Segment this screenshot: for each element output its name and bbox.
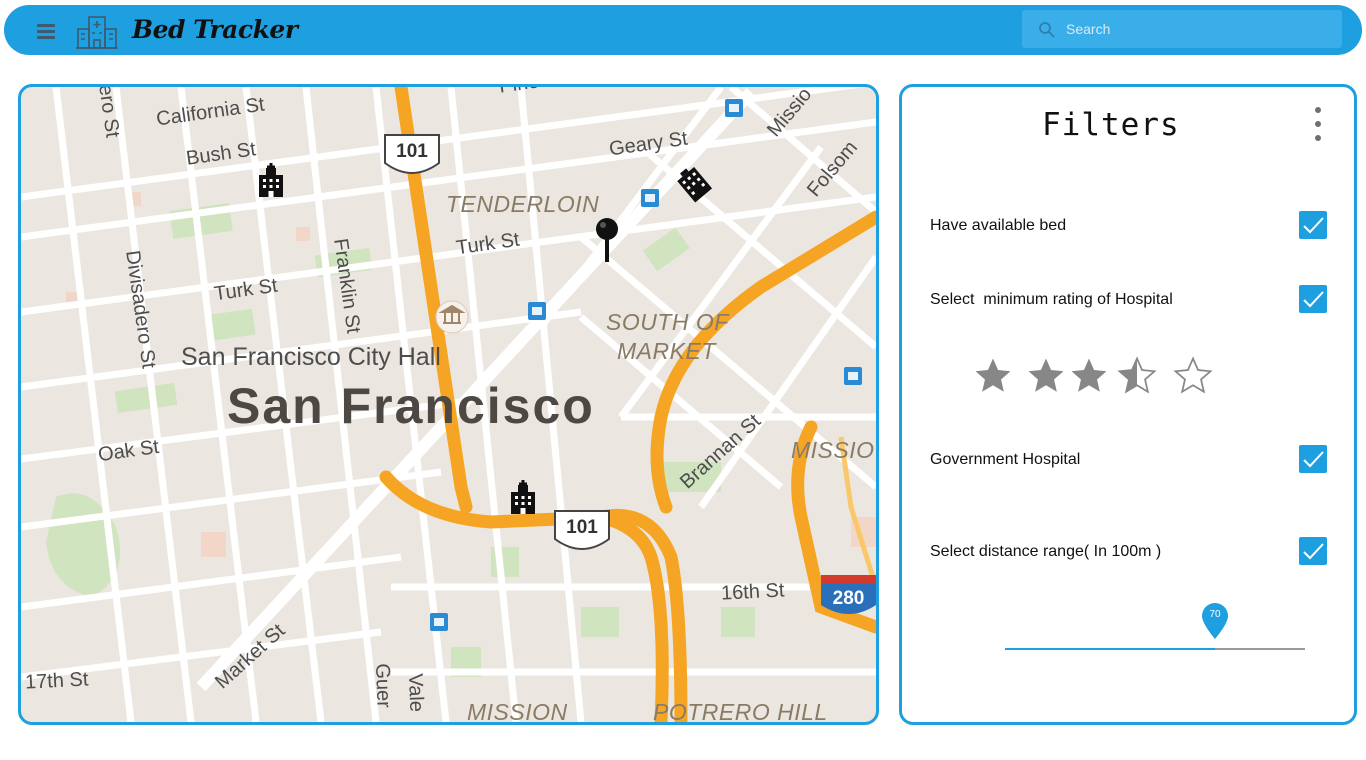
filter-label-available-bed: Have available bed (930, 217, 1067, 234)
street-label: Guer (371, 663, 395, 709)
checkbox-available-bed[interactable] (1299, 211, 1327, 239)
more-options-icon[interactable] (1312, 107, 1324, 145)
slider-pin-icon (1202, 603, 1228, 639)
distance-slider[interactable]: 70 (1005, 602, 1305, 662)
filters-title: Filters (1042, 107, 1180, 143)
street-label: Vale (404, 673, 428, 713)
street-label: 17th St (24, 668, 89, 694)
highway-shield-label: 101 (396, 141, 428, 162)
menu-icon[interactable] (37, 24, 55, 40)
district-label: TENDERLOIN (446, 191, 600, 217)
slider-fill (1005, 648, 1215, 650)
map-view[interactable]: California St Bush St Geary St Turk St T… (18, 84, 879, 725)
hospital-marker-icon[interactable] (256, 163, 286, 197)
slider-value: 70 (1209, 609, 1221, 620)
filter-label-government: Government Hospital (930, 451, 1081, 468)
checkbox-government[interactable] (1299, 445, 1327, 473)
district-label: SOUTH OF (606, 309, 729, 335)
checkbox-min-rating[interactable] (1299, 285, 1327, 313)
slider-thumb[interactable]: 70 (1201, 602, 1229, 640)
filter-label-distance: Select distance range( In 100m ) (930, 543, 1162, 560)
check-icon (1303, 543, 1324, 560)
street-label: 16th St (720, 579, 785, 605)
top-app-bar: Bed Tracker (4, 5, 1362, 55)
star-empty-icon[interactable] (1172, 355, 1214, 397)
checkbox-distance[interactable] (1299, 537, 1327, 565)
district-label: MISSION (467, 699, 568, 725)
search-icon (1039, 22, 1055, 38)
district-label: MARKET (617, 338, 716, 364)
landmark-label: San Francisco City Hall (181, 343, 441, 371)
district-label: POTRERO HILL (653, 699, 828, 725)
check-icon (1303, 217, 1324, 234)
city-label: San Francisco (227, 378, 595, 434)
map-pin-icon[interactable] (594, 218, 620, 264)
app-title: Bed Tracker (132, 15, 298, 44)
building-marker-icon[interactable] (675, 165, 713, 203)
check-icon (1303, 291, 1324, 308)
star-filled-icon[interactable] (972, 355, 1014, 397)
search-box[interactable] (1022, 10, 1342, 48)
star-half-icon[interactable] (1116, 355, 1158, 397)
highway-shield-label: 101 (566, 517, 598, 538)
star-filled-icon[interactable] (1068, 355, 1110, 397)
filters-panel: Filters Have available bed Select minimu… (899, 84, 1357, 725)
district-label: MISSIO (791, 437, 875, 463)
check-icon (1303, 451, 1324, 468)
filter-label-min-rating: Select minimum rating of Hospital (930, 291, 1173, 308)
hospital-logo-icon (76, 16, 118, 49)
hospital-marker-icon[interactable] (508, 480, 538, 514)
search-input[interactable] (1066, 18, 1326, 40)
star-filled-icon[interactable] (1025, 355, 1067, 397)
highway-shield-label: 280 (832, 588, 865, 609)
